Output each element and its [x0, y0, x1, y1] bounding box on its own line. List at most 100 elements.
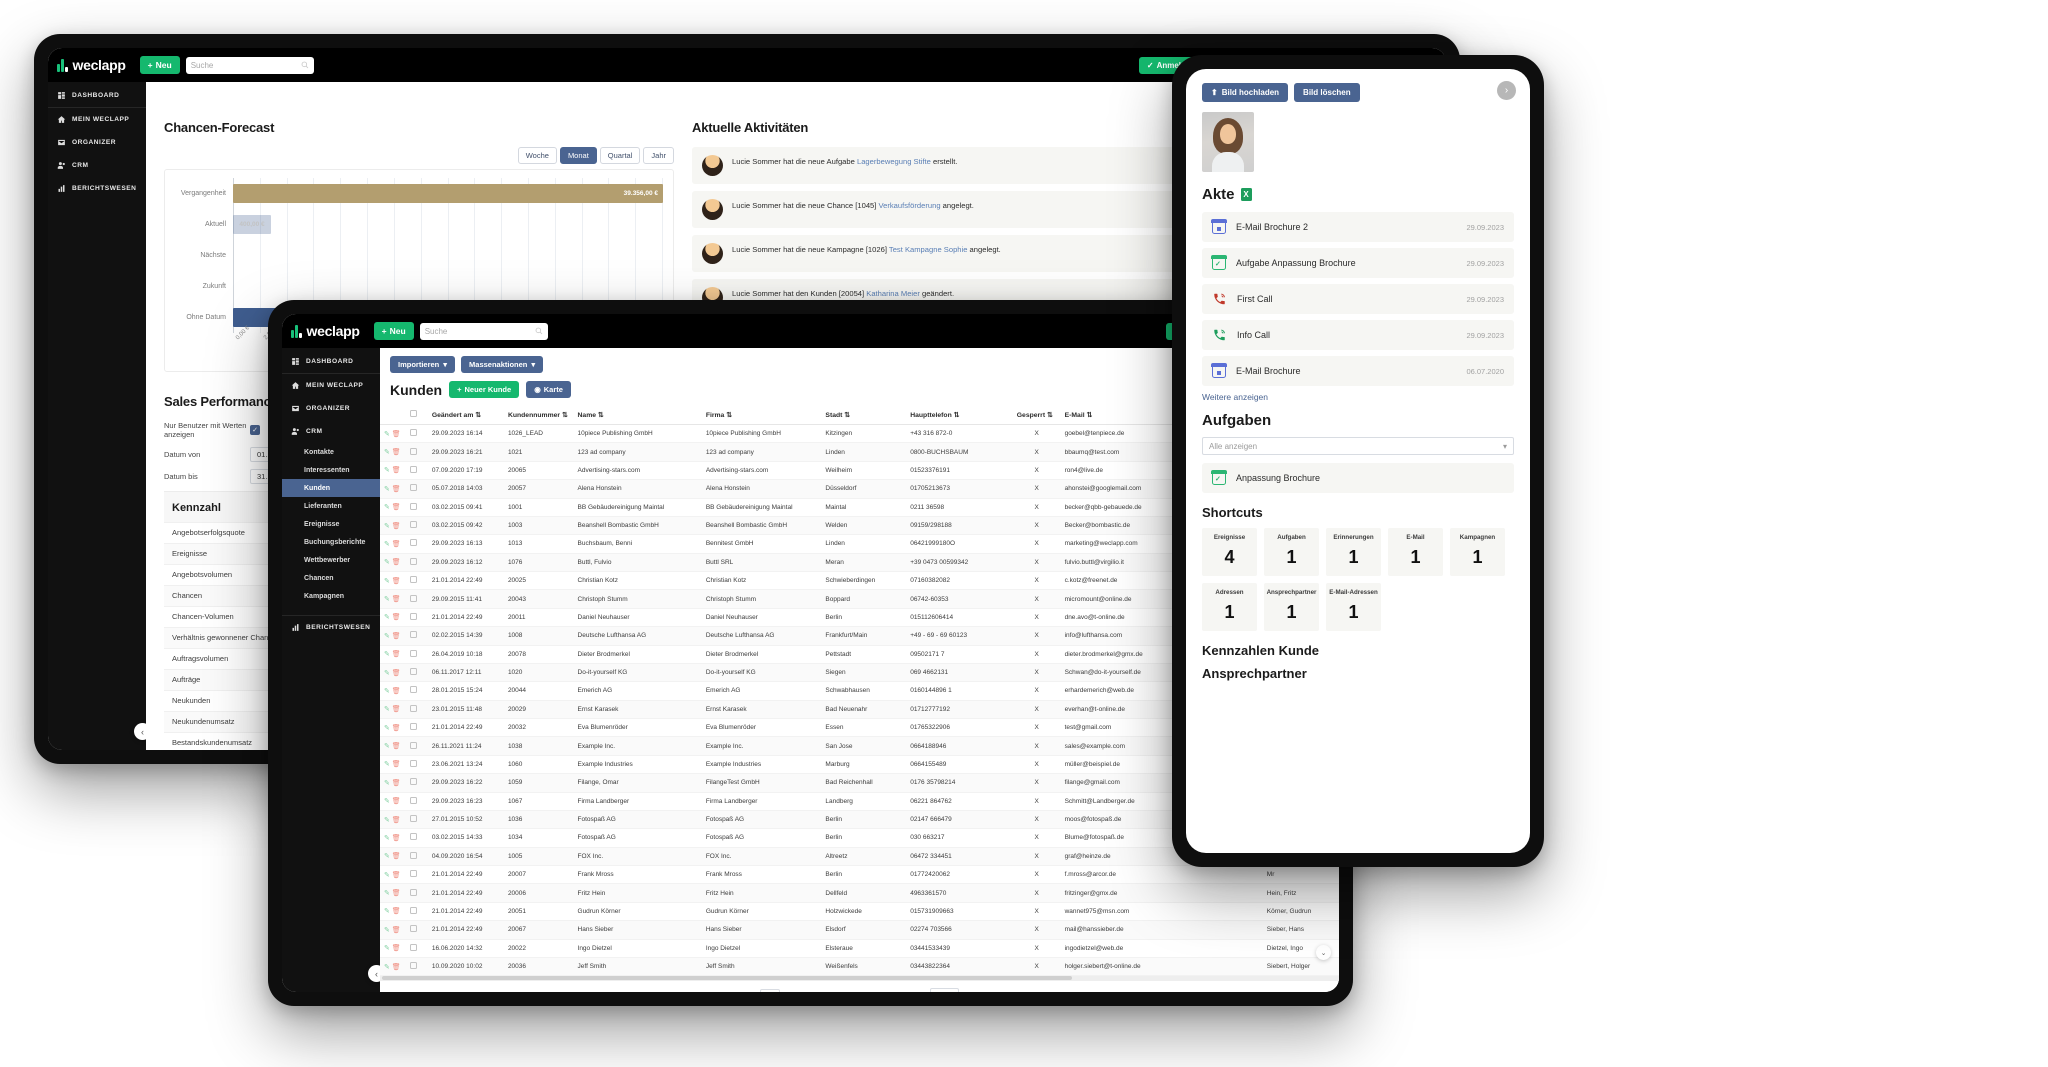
upload-image-button[interactable]: ⬆ Bild hochladen [1202, 83, 1289, 102]
select-all-column-header[interactable] [406, 405, 428, 425]
row-checkbox[interactable] [410, 429, 418, 437]
cell-name[interactable]: Deutsche Lufthansa AG [573, 626, 702, 646]
edit-icon[interactable]: ✎ [384, 596, 390, 603]
weclapp-logo[interactable]: weclapp [291, 323, 374, 339]
cell-email[interactable]: mail@hanssieber.de [1060, 920, 1178, 940]
row-checkbox[interactable] [410, 557, 418, 565]
delete-icon[interactable]: 🗑 [392, 817, 401, 824]
edit-icon[interactable]: ✎ [384, 872, 390, 879]
delete-icon[interactable]: 🗑 [392, 651, 401, 658]
delete-image-button[interactable]: Bild löschen [1294, 83, 1360, 102]
table-row[interactable]: ✎ 🗑 21.01.2014 22:49 20007 Frank Mross Frank… [380, 865, 1339, 885]
delete-icon[interactable]: 🗑 [392, 670, 401, 677]
column-header-email[interactable]: E-Mail ⇅ [1060, 405, 1178, 425]
delete-icon[interactable]: 🗑 [392, 504, 401, 511]
cell-name[interactable]: Hans Sieber [573, 920, 702, 940]
cell-email[interactable]: dne.avo@t-online.de [1060, 608, 1178, 628]
row-checkbox[interactable] [410, 521, 418, 529]
edit-icon[interactable]: ✎ [384, 835, 390, 842]
edit-icon[interactable]: ✎ [384, 927, 390, 934]
row-checkbox[interactable] [410, 888, 418, 896]
sidebar-item-mein-weclapp[interactable]: MEIN WECLAPP [48, 107, 146, 131]
row-checkbox[interactable] [410, 851, 418, 859]
delete-icon[interactable]: 🗑 [392, 559, 401, 566]
delete-icon[interactable]: 🗑 [392, 780, 401, 787]
edit-icon[interactable]: ✎ [384, 945, 390, 952]
table-row[interactable]: ✎ 🗑 16.06.2020 14:32 20022 Ingo Dietzel Ingo… [380, 939, 1339, 958]
activity-link[interactable]: Test Kampagne Sophie [889, 245, 968, 254]
shortcut-card-kampagnen[interactable]: Kampagnen 1 [1450, 528, 1505, 576]
cell-email[interactable]: Becker@bombastic.de [1060, 516, 1178, 536]
cell-name[interactable]: Jeff Smith [573, 957, 702, 977]
row-checkbox[interactable] [410, 943, 418, 951]
shortcut-card-aufgaben[interactable]: Aufgaben 1 [1264, 528, 1319, 576]
activity-link[interactable]: Katharina Meier [866, 289, 920, 298]
cell-email[interactable]: fritzinger@gmx.de [1060, 883, 1178, 903]
delete-icon[interactable]: 🗑 [392, 945, 401, 952]
cell-name[interactable]: 123 ad company [573, 442, 702, 462]
cell-email[interactable]: erhardemerich@web.de [1060, 681, 1178, 701]
cell-email[interactable]: fulvio.buttl@virgilio.it [1060, 553, 1178, 573]
cell-name[interactable]: Alena Honstein [573, 479, 702, 499]
table-row[interactable]: ✎ 🗑 21.01.2014 22:49 20051 Gudrun Körner Gud… [380, 902, 1339, 922]
row-checkbox[interactable] [410, 925, 418, 933]
chart-bar[interactable]: 400,00 € [233, 215, 271, 234]
edit-icon[interactable]: ✎ [384, 578, 390, 585]
edit-icon[interactable]: ✎ [384, 688, 390, 695]
delete-icon[interactable]: 🗑 [392, 908, 401, 915]
cell-name[interactable]: Example Industries [573, 755, 702, 775]
tasks-filter-select[interactable]: Alle anzeigen ▾ [1202, 437, 1514, 455]
edit-icon[interactable]: ✎ [384, 798, 390, 805]
cell-email[interactable]: ahonstei@googlemail.com [1060, 479, 1178, 499]
sidebar-collapse-button[interactable]: ‹ [134, 723, 151, 740]
cell-name[interactable]: Fotospaß AG [573, 810, 702, 830]
delete-icon[interactable]: 🗑 [392, 761, 401, 768]
cell-ansprechpartner[interactable]: Mr [1262, 865, 1339, 885]
cell-email[interactable]: sales@example.com [1060, 736, 1178, 756]
row-checkbox[interactable] [410, 668, 418, 676]
row-checkbox[interactable] [410, 833, 418, 841]
search-input[interactable]: Suche [185, 56, 314, 74]
column-header-stadt[interactable]: Stadt ⇅ [821, 405, 907, 425]
row-checkbox[interactable] [410, 962, 418, 970]
sidebar-item-kontakte[interactable]: Kontakte [282, 443, 380, 461]
delete-icon[interactable]: 🗑 [392, 486, 401, 493]
edit-icon[interactable]: ✎ [384, 559, 390, 566]
new-button[interactable]: + Neu [373, 322, 414, 340]
cell-name[interactable]: Fotospaß AG [573, 828, 702, 848]
cell-name[interactable]: FOX Inc. [573, 847, 702, 867]
akte-item[interactable]: E-Mail Brochure 2 29.09.2023 [1202, 212, 1514, 242]
table-row[interactable]: ✎ 🗑 10.09.2020 10:02 20036 Jeff Smith Jeff S… [380, 957, 1339, 977]
sidebar-item-dashboard[interactable]: DASHBOARD [282, 350, 380, 373]
edit-icon[interactable]: ✎ [384, 908, 390, 915]
edit-icon[interactable]: ✎ [384, 817, 390, 824]
akte-item[interactable]: E-Mail Brochure 06.07.2020 [1202, 356, 1514, 386]
cell-email[interactable]: ingodietzel@web.de [1060, 939, 1178, 958]
cell-ansprechpartner[interactable]: Sieber, Hans [1262, 920, 1339, 940]
weclapp-logo[interactable]: weclapp [57, 57, 140, 73]
cell-kampagnen[interactable] [1178, 920, 1263, 940]
delete-icon[interactable]: 🗑 [392, 467, 401, 474]
row-checkbox[interactable] [410, 870, 418, 878]
range-option-quartal[interactable]: Quartal [599, 147, 641, 164]
range-option-monat[interactable]: Monat [559, 147, 597, 164]
cell-email[interactable]: wannet975@msn.com [1060, 902, 1178, 922]
sidebar-item-buchungsberichte[interactable]: Buchungsberichte [282, 533, 380, 551]
activity-link[interactable]: Verkaufsförderung [878, 201, 940, 210]
select-all-checkbox[interactable] [410, 410, 418, 417]
cell-name[interactable]: Filange, Omar [573, 773, 702, 793]
shortcut-card-email[interactable]: E-Mail 1 [1388, 528, 1443, 576]
delete-icon[interactable]: 🗑 [392, 449, 401, 456]
cell-name[interactable]: Ernst Karasek [573, 700, 702, 720]
cell-email[interactable]: graf@heinze.de [1060, 847, 1178, 867]
new-button[interactable]: + Neu [139, 56, 180, 74]
row-checkbox[interactable] [410, 631, 418, 639]
cell-email[interactable]: bbaumq@test.com [1060, 442, 1178, 462]
edit-icon[interactable]: ✎ [384, 743, 390, 750]
cell-name[interactable]: Do-it-yourself KG [573, 663, 702, 683]
cell-email[interactable]: dieter.brodmerkel@gmx.de [1060, 645, 1178, 664]
shortcut-card-email-adressen[interactable]: E-Mail-Adressen 1 [1326, 583, 1381, 631]
delete-icon[interactable]: 🗑 [392, 614, 401, 621]
excel-icon[interactable]: X [1240, 188, 1252, 201]
import-button[interactable]: Importieren ▾ [390, 356, 456, 373]
